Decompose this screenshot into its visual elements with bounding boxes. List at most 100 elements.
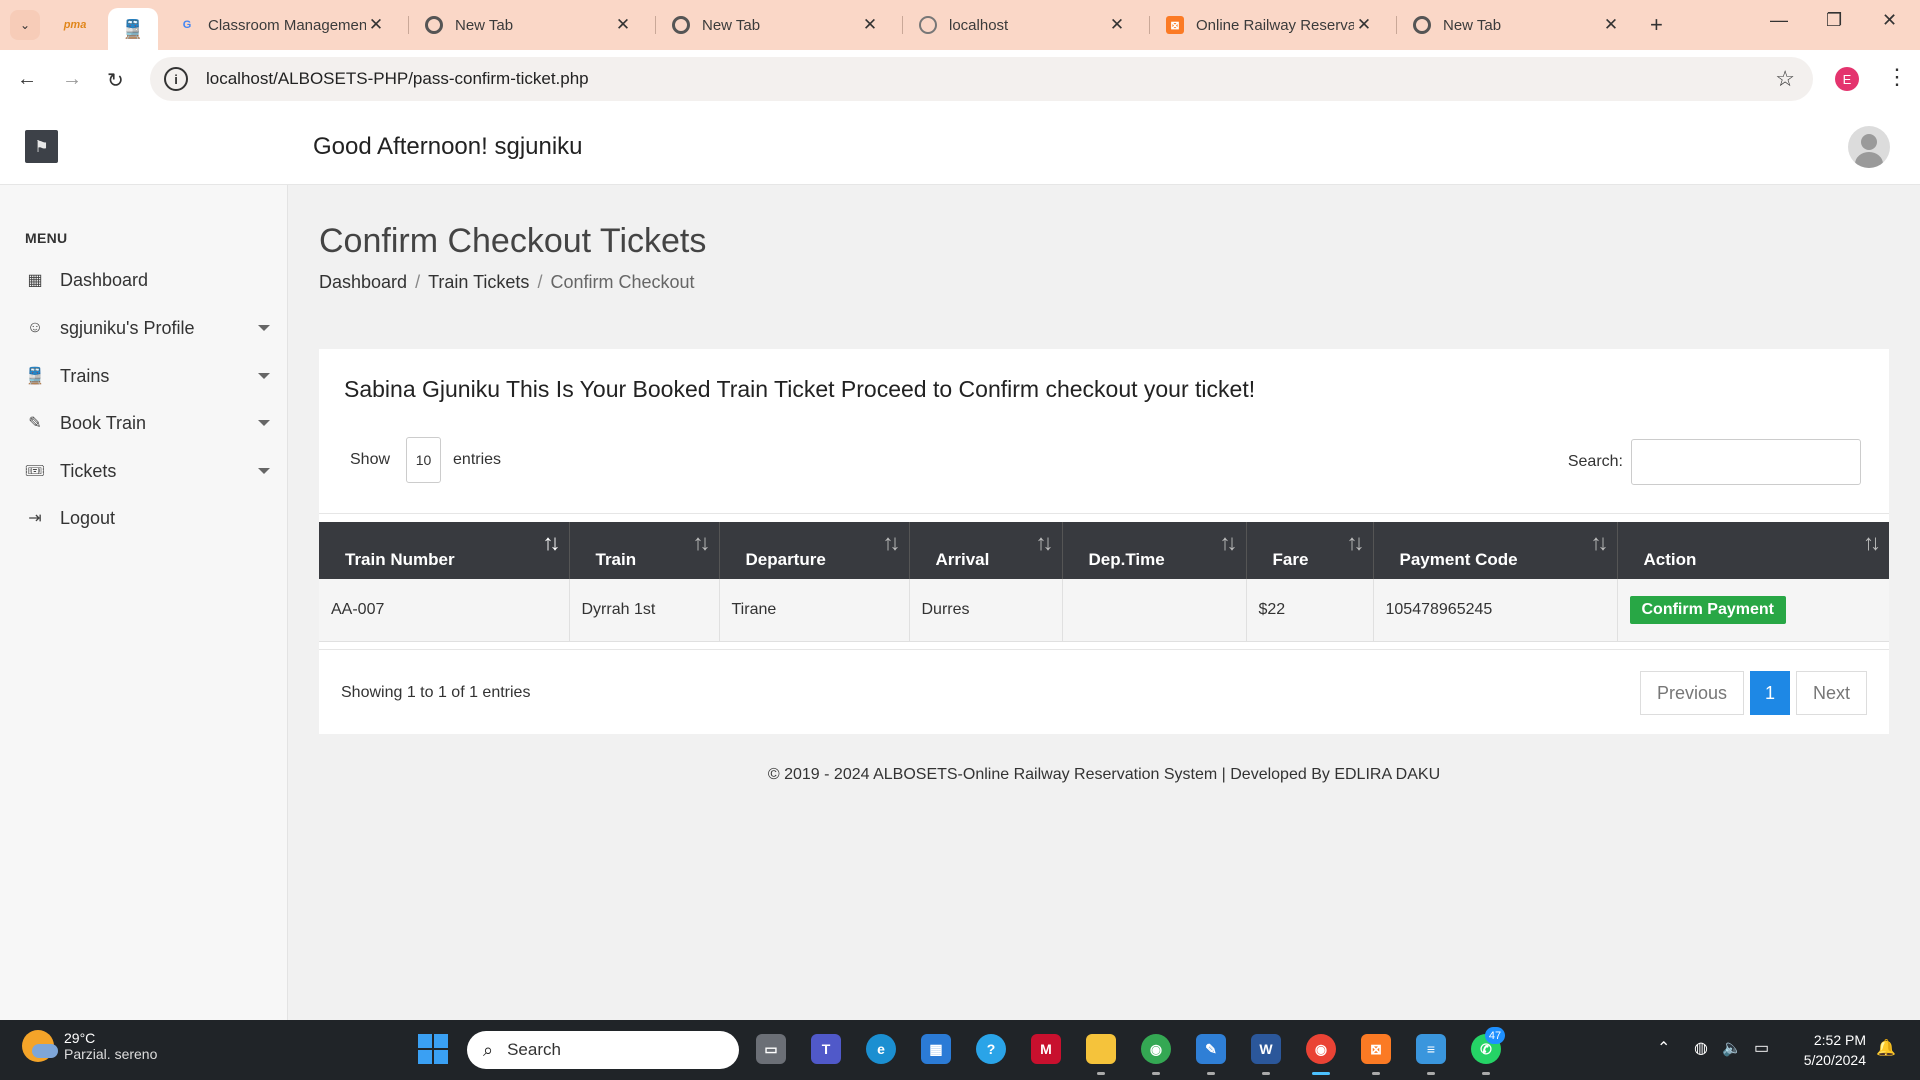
word-icon[interactable]: W xyxy=(1251,1034,1281,1064)
tab-2[interactable]: New Tab ✕ xyxy=(415,8,643,42)
help-icon[interactable]: ? xyxy=(976,1034,1006,1064)
running-indicator xyxy=(1207,1072,1215,1075)
tab-1[interactable]: G Classroom Managemen ✕ xyxy=(168,8,396,42)
sort-icon: ↑↓ xyxy=(882,530,901,555)
windows-taskbar: 29°C Parzial. sereno ⌕ Search ▭ T e ▦ ? … xyxy=(0,1020,1920,1080)
column-label: Train Number xyxy=(345,549,455,569)
browser-profile-avatar[interactable]: E xyxy=(1835,67,1859,91)
sidebar-item-logout[interactable]: ⇥ Logout xyxy=(25,503,270,533)
table-header-row: Train Number ↑↓ Train ↑↓ Departure ↑↓ Arriv… xyxy=(319,522,1889,579)
reload-icon[interactable]: ↻ xyxy=(107,68,124,93)
train-icon: 🚆 xyxy=(121,18,145,39)
whatsapp-badge: 47 xyxy=(1485,1027,1505,1044)
tab-3[interactable]: New Tab ✕ xyxy=(662,8,890,42)
close-icon[interactable]: ✕ xyxy=(860,15,880,35)
entries-select[interactable]: 10 xyxy=(406,437,442,483)
column-label: Dep.Time xyxy=(1088,549,1165,569)
system-clock[interactable]: 2:52 PM 5/20/2024 xyxy=(1790,1030,1866,1070)
sort-icon: ↑↓ xyxy=(1863,530,1881,555)
windows-start-icon[interactable] xyxy=(418,1034,448,1064)
file-explorer-icon[interactable] xyxy=(1086,1034,1116,1064)
back-arrow-icon[interactable]: ← xyxy=(17,68,37,91)
sidebar-item-dashboard[interactable]: ▦ Dashboard xyxy=(25,265,270,295)
tab-4[interactable]: localhost ✕ xyxy=(909,8,1137,42)
column-header-payment-code[interactable]: Payment Code ↑↓ xyxy=(1373,522,1618,579)
minimize-icon[interactable]: — xyxy=(1770,10,1788,31)
chevron-up-icon[interactable]: ⌃ xyxy=(1657,1038,1670,1058)
tab-search-dropdown[interactable]: ⌄ xyxy=(10,10,40,40)
weather-widget[interactable]: 29°C Parzial. sereno xyxy=(22,1030,157,1062)
search-label: Search: xyxy=(1567,453,1623,470)
xampp-icon[interactable]: ⊠ xyxy=(1361,1034,1391,1064)
url-text[interactable]: localhost/ALBOSETS-PHP/pass-confirm-tick… xyxy=(206,69,589,89)
column-header-train[interactable]: Train ↑↓ xyxy=(569,522,720,579)
paint-icon[interactable]: ✎ xyxy=(1196,1034,1226,1064)
teams-icon[interactable]: T xyxy=(811,1034,841,1064)
battery-icon[interactable]: ▭ xyxy=(1754,1038,1769,1058)
divider xyxy=(319,513,1889,514)
mcafee-icon[interactable]: M xyxy=(1031,1034,1061,1064)
column-label: Departure xyxy=(745,549,826,569)
tab-separator xyxy=(655,16,656,34)
window-close-icon[interactable]: ✕ xyxy=(1882,10,1897,31)
sidebar-item-profile[interactable]: ☺ sgjuniku's Profile xyxy=(25,313,270,343)
smile-icon: ☺ xyxy=(26,319,44,336)
sidebar-item-book-train[interactable]: ✎ Book Train xyxy=(25,408,270,438)
close-icon[interactable]: ✕ xyxy=(366,15,386,35)
notepad-icon[interactable]: ≡ xyxy=(1416,1034,1446,1064)
pagination-page-1[interactable]: 1 xyxy=(1749,671,1790,715)
taskbar-search[interactable]: ⌕ Search xyxy=(467,1031,739,1069)
browser-tab-bar: ⌄ pma 🚆 G Classroom Managemen ✕ New Tab … xyxy=(0,0,1920,50)
network-icon[interactable]: ◍ xyxy=(1694,1038,1708,1058)
site-logo[interactable]: ⚑ xyxy=(25,130,58,163)
site-info-icon[interactable]: i xyxy=(164,67,188,91)
breadcrumb-train-tickets[interactable]: Train Tickets xyxy=(428,272,529,293)
chrome-icon[interactable]: ◉ xyxy=(1141,1034,1171,1064)
close-icon[interactable]: ✕ xyxy=(1107,15,1127,35)
column-header-arrival[interactable]: Arrival ↑↓ xyxy=(909,522,1063,579)
forward-arrow-icon[interactable]: → xyxy=(62,68,82,91)
close-icon[interactable]: ✕ xyxy=(1601,15,1621,35)
sidebar-item-label: Book Train xyxy=(60,412,147,433)
browser-menu-icon[interactable]: ⋮ xyxy=(1886,64,1908,90)
confirm-payment-button[interactable]: Confirm Payment xyxy=(1629,595,1786,624)
pagination-next[interactable]: Next xyxy=(1795,671,1867,715)
column-header-train-number[interactable]: Train Number ↑↓ xyxy=(319,522,570,579)
close-icon[interactable]: ✕ xyxy=(613,15,633,35)
card-heading: Sabina Gjuniku This Is Your Booked Train… xyxy=(344,376,1256,402)
user-avatar[interactable] xyxy=(1848,126,1890,168)
tab-6[interactable]: New Tab ✕ xyxy=(1403,8,1631,42)
chrome-profile-icon[interactable]: ◉ xyxy=(1306,1034,1336,1064)
sidebar-item-label: Trains xyxy=(60,365,110,386)
store-icon[interactable]: ▦ xyxy=(921,1034,951,1064)
restore-icon[interactable]: ❐ xyxy=(1826,10,1842,31)
column-header-fare[interactable]: Fare ↑↓ xyxy=(1246,522,1374,579)
close-icon[interactable]: ✕ xyxy=(1354,15,1374,35)
search-input[interactable] xyxy=(1631,439,1861,485)
task-view-icon[interactable]: ▭ xyxy=(756,1034,786,1064)
pagination-previous[interactable]: Previous xyxy=(1639,671,1744,715)
new-tab-icon[interactable]: + xyxy=(1650,12,1663,38)
column-header-action[interactable]: Action ↑↓ xyxy=(1617,522,1889,579)
partly-cloudy-icon xyxy=(22,1030,58,1062)
caret-down-icon xyxy=(258,420,270,426)
chrome-icon xyxy=(1413,16,1431,34)
sidebar-item-trains[interactable]: 🚆 Trains xyxy=(25,361,270,391)
clock-date: 5/20/2024 xyxy=(1803,1052,1866,1068)
column-header-departure[interactable]: Departure ↑↓ xyxy=(719,522,910,579)
tab-5[interactable]: ⊠ Online Railway Reservat ✕ xyxy=(1156,8,1384,42)
notification-bell-icon[interactable]: 🔔 xyxy=(1876,1038,1896,1058)
edge-icon[interactable]: e xyxy=(866,1034,896,1064)
breadcrumb-current: Confirm Checkout xyxy=(550,272,695,292)
column-header-dep-time[interactable]: Dep.Time ↑↓ xyxy=(1062,522,1247,579)
breadcrumb-dashboard[interactable]: Dashboard xyxy=(319,272,407,293)
bookmark-star-icon[interactable]: ☆ xyxy=(1775,66,1795,92)
volume-icon[interactable]: 🔈 xyxy=(1722,1038,1742,1058)
pinned-tab-pma[interactable]: pma xyxy=(62,12,88,38)
train-icon: 🚆 xyxy=(25,368,45,385)
address-bar[interactable]: i localhost/ALBOSETS-PHP/pass-confirm-ti… xyxy=(150,57,1813,101)
tickets-card: Sabina Gjuniku This Is Your Booked Train… xyxy=(319,349,1889,734)
pinned-tab-active[interactable]: 🚆 xyxy=(108,8,158,50)
running-indicator xyxy=(1482,1072,1490,1075)
sidebar-item-tickets[interactable]: 🎟 Tickets xyxy=(25,456,270,486)
